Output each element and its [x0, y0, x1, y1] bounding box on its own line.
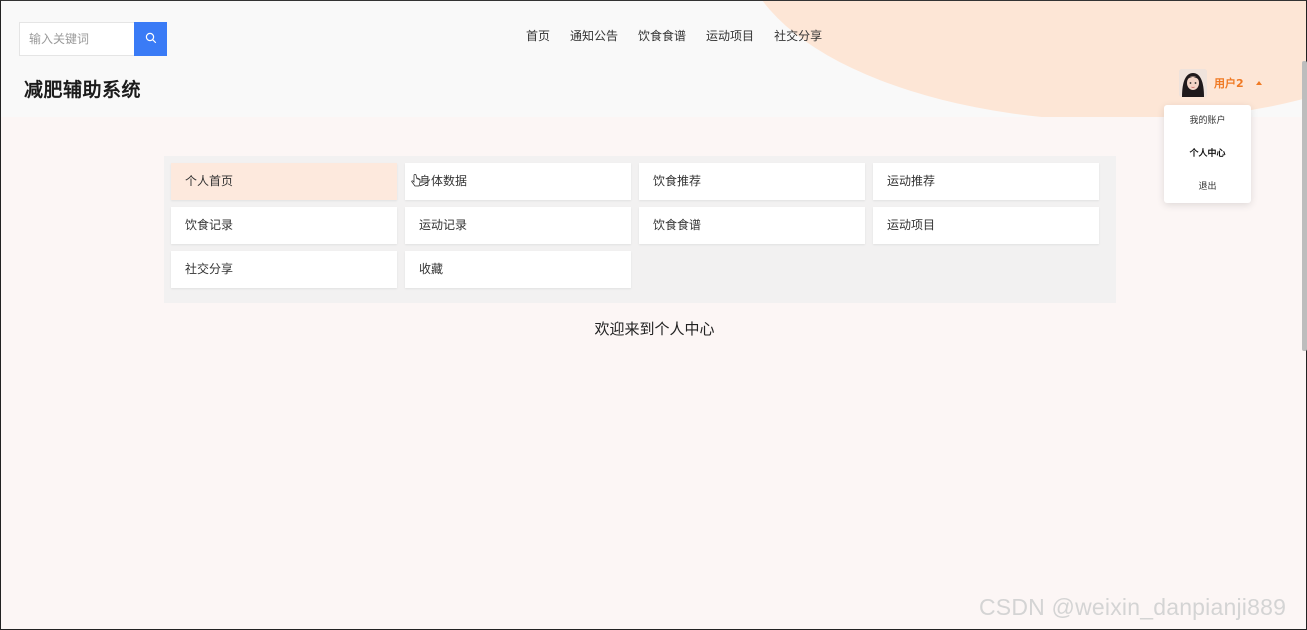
menu-item-body-data[interactable]: 身体数据 [405, 163, 631, 200]
menu-item-exercise-recommend[interactable]: 运动推荐 [873, 163, 1099, 200]
watermark: CSDN @weixin_danpianji889 [979, 594, 1287, 620]
avatar[interactable] [1179, 69, 1207, 97]
search-button[interactable] [134, 22, 167, 56]
menu-item-personal-home[interactable]: 个人首页 [171, 163, 397, 200]
dropdown-item-personal-center[interactable]: 个人中心 [1164, 144, 1251, 177]
welcome-message: 欢迎来到个人中心 [594, 320, 715, 338]
search-box [19, 22, 167, 56]
menu-item-diet-record[interactable]: 饮食记录 [171, 207, 397, 244]
menu-item-exercises[interactable]: 运动项目 [873, 207, 1099, 244]
nav-item-notices[interactable]: 通知公告 [560, 26, 628, 46]
dropdown-item-logout[interactable]: 退出 [1164, 177, 1251, 210]
menu-item-diet-recommend[interactable]: 饮食推荐 [639, 163, 865, 200]
nav-item-home[interactable]: 首页 [516, 26, 560, 46]
menu-item-recipes[interactable]: 饮食食谱 [639, 207, 865, 244]
nav-item-social[interactable]: 社交分享 [764, 26, 832, 46]
caret-up-icon [1255, 81, 1262, 85]
personal-center-menu: 个人首页 身体数据 饮食推荐 运动推荐 饮食记录 运动记录 饮食食谱 运动项目 … [164, 156, 1116, 303]
search-icon [145, 32, 157, 47]
dropdown-item-my-account[interactable]: 我的账户 [1164, 111, 1251, 144]
header-decoration [741, 1, 1306, 117]
user-dropdown: 我的账户 个人中心 退出 [1164, 105, 1251, 203]
user-menu-trigger[interactable]: 用户2 [1179, 69, 1262, 97]
menu-item-social-share[interactable]: 社交分享 [171, 251, 397, 288]
header: 减肥辅助系统 首页 通知公告 饮食食谱 运动项目 社交分享 用户2 [1, 1, 1306, 117]
pointer-cursor-icon [411, 173, 421, 187]
nav-item-recipes[interactable]: 饮食食谱 [628, 26, 696, 46]
menu-item-favorites[interactable]: 收藏 [405, 251, 631, 288]
page-scrollbar[interactable] [1302, 61, 1307, 351]
nav-item-exercises[interactable]: 运动项目 [696, 26, 764, 46]
top-nav: 首页 通知公告 饮食食谱 运动项目 社交分享 [516, 26, 832, 46]
user-name[interactable]: 用户2 [1214, 75, 1244, 91]
menu-item-exercise-record[interactable]: 运动记录 [405, 207, 631, 244]
site-title: 减肥辅助系统 [24, 79, 142, 101]
search-input[interactable] [19, 22, 134, 56]
